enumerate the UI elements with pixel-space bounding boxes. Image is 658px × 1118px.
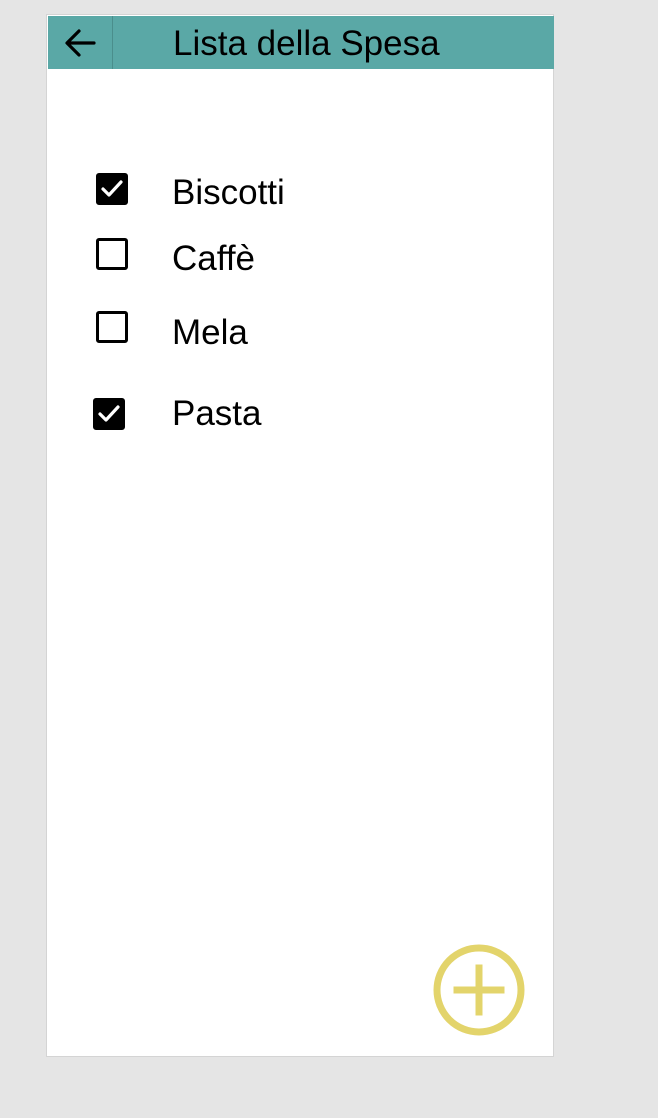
list-item: Biscotti bbox=[47, 171, 553, 215]
list-item: Mela bbox=[47, 311, 553, 355]
item-label: Caffè bbox=[172, 239, 256, 278]
plus-circle-icon bbox=[433, 944, 525, 1036]
item-checkbox[interactable] bbox=[96, 173, 128, 205]
app-header: Lista della Spesa bbox=[48, 16, 554, 69]
item-label: Pasta bbox=[172, 394, 262, 433]
item-checkbox[interactable] bbox=[93, 398, 125, 430]
item-checkbox[interactable] bbox=[96, 311, 128, 343]
item-label: Mela bbox=[172, 313, 248, 352]
item-checkbox[interactable] bbox=[96, 238, 128, 270]
list-item: Caffè bbox=[47, 237, 553, 281]
back-button[interactable] bbox=[48, 16, 113, 69]
add-item-button[interactable] bbox=[432, 943, 526, 1037]
app-screen: Lista della Spesa Biscotti Caffè Mela Pa… bbox=[46, 14, 554, 1057]
page-title: Lista della Spesa bbox=[173, 24, 440, 63]
arrow-left-icon bbox=[65, 28, 96, 57]
checkmark-icon bbox=[101, 180, 123, 197]
list-item: Pasta bbox=[47, 394, 553, 439]
checkmark-icon bbox=[98, 405, 120, 422]
item-label: Biscotti bbox=[172, 173, 285, 212]
